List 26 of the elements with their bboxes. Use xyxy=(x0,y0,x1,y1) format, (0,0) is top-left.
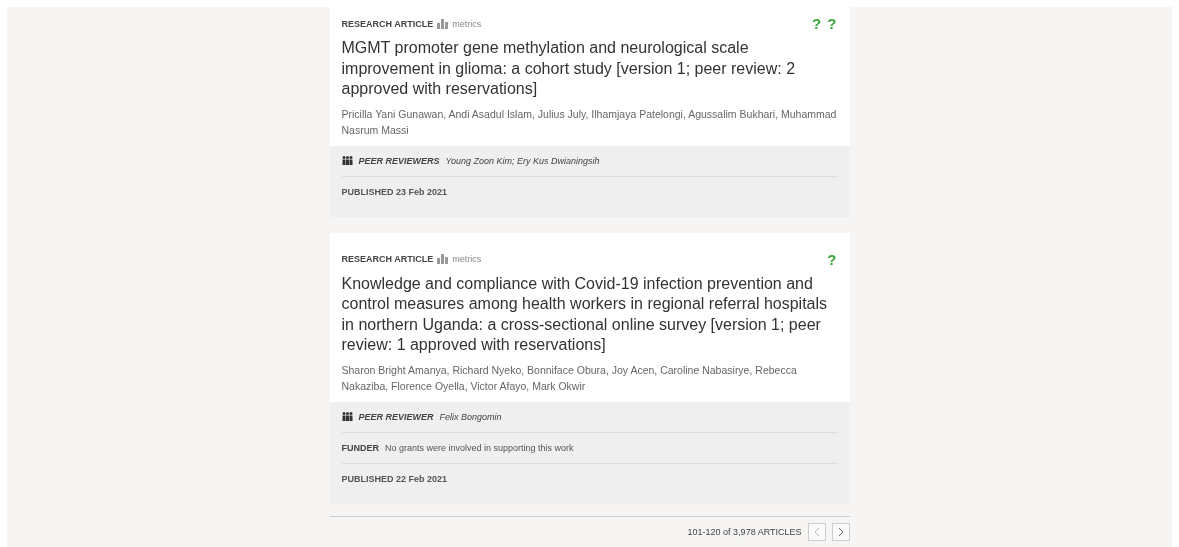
bar-chart-icon xyxy=(437,254,449,264)
article-authors: Sharon Bright Amanya, Richard Nyeko, Bonniface Obura, Joy Acen, Caroline Nabasirye, Rebecca Nakaziba, Florence Oyella, Victor Afayo, Mark Okwir xyxy=(341,362,798,394)
funder-label: FUNDER xyxy=(341,442,379,453)
reviewer-names: Felix Bongomin xyxy=(439,411,502,422)
article-title[interactable]: MGMT promoter gene methylation and neurological scale improvement in glioma: a cohort study [version 1; peer review: 2 approved with reservations] xyxy=(341,38,838,100)
metrics-link[interactable]: metrics xyxy=(452,254,482,264)
review-status: ? xyxy=(827,250,838,268)
reviewer-names: Young Zoon Kim; Ery Kus Dwianingsih xyxy=(445,155,600,166)
article-title[interactable]: Knowledge and compliance with Covid-19 infection prevention and control measures among health workers in regional referral hospitals in northern Uganda: a cross-sectional online survey [version 1; peer review: 1 approved with reservations] xyxy=(341,273,838,356)
article-count: 101-120 of 3,978 ARTICLES xyxy=(687,526,802,537)
metrics-link[interactable]: metrics xyxy=(452,18,482,29)
chevron-left-icon xyxy=(813,526,820,537)
article-authors: Pricilla Yani Gunawan, Andi Asadul Islam, Julius July, Ilhamjaya Patelongi, Agussalim Bukhari, Muhammad Nasrum Massi xyxy=(341,106,838,138)
published-date: PUBLISHED 23 Feb 2021 xyxy=(341,186,448,197)
article-type: RESEARCH ARTICLE xyxy=(341,18,434,29)
funder-text: No grants were involved in supporting this work xyxy=(385,442,574,453)
published-date: PUBLISHED 22 Feb 2021 xyxy=(341,473,448,484)
people-icon xyxy=(341,412,353,421)
chevron-right-icon xyxy=(837,526,844,537)
article-type: RESEARCH ARTICLE xyxy=(341,254,434,264)
reviewers-label: PEER REVIEWER xyxy=(358,411,434,422)
review-status: ? ? xyxy=(812,15,838,32)
reviewers-label: PEER REVIEWERS xyxy=(358,155,440,166)
next-page-button[interactable] xyxy=(831,522,850,541)
people-icon xyxy=(341,156,353,165)
bar-chart-icon xyxy=(437,18,449,29)
